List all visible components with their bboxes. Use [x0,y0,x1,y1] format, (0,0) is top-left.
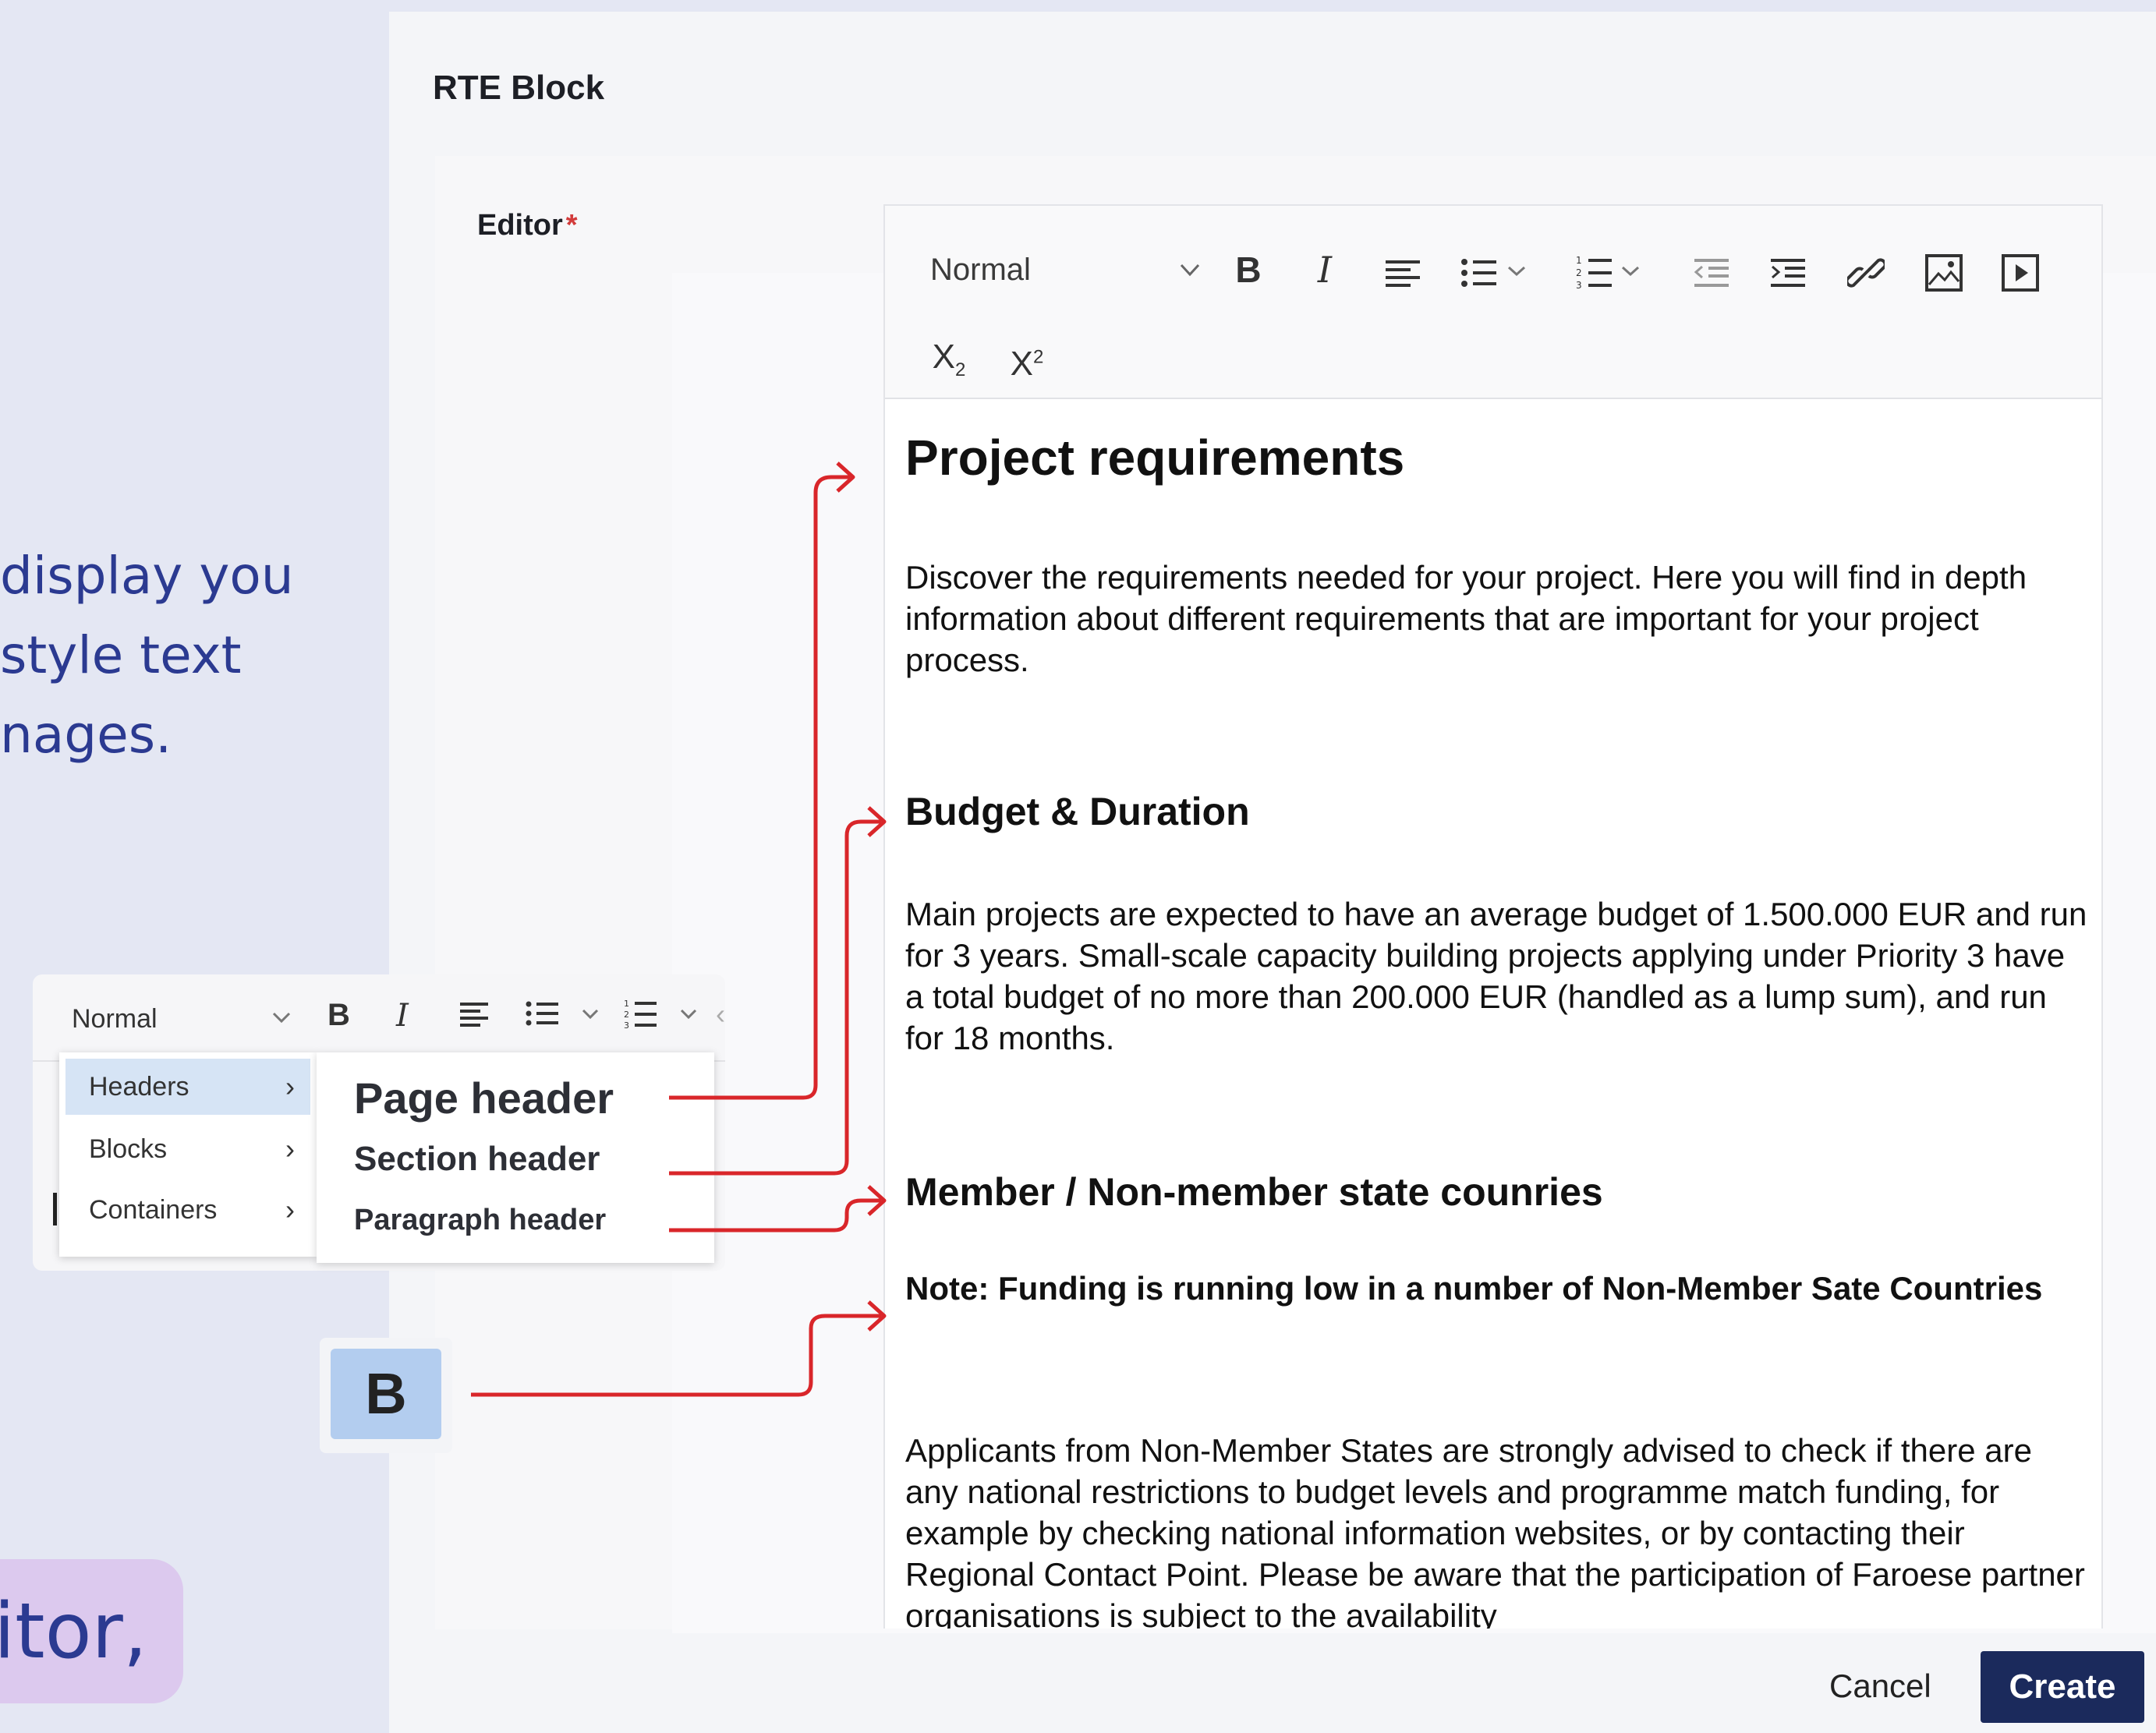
arrow-section-header [669,819,881,1176]
arrow-bold [471,1314,881,1397]
annotation-arrows [471,462,887,1397]
arrow-paragraph-header [669,1198,881,1233]
arrow-page-header [669,475,850,1100]
